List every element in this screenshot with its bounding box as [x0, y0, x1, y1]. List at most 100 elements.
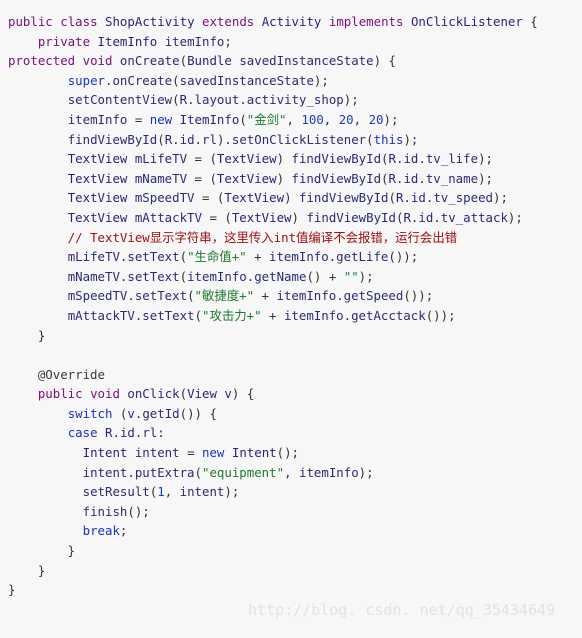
code-token: new [202, 445, 225, 461]
code-line: private ItemInfo itemInfo; [0, 32, 582, 52]
code-token: mLifeTV [67, 249, 120, 265]
code-token: ); [343, 92, 359, 108]
code-token: tv_speed [433, 190, 493, 206]
code-token: mNameTV [134, 170, 188, 186]
code-token: itemInfo [283, 307, 344, 323]
code-token: tv_name [425, 170, 479, 186]
code-token: ). [216, 131, 232, 147]
code-token: ; [224, 33, 232, 49]
code-token: ( [194, 464, 202, 480]
code-token: void [90, 386, 120, 402]
code-token: . [336, 288, 344, 304]
code-token: ( [179, 249, 188, 265]
code-token: ( [179, 268, 188, 284]
code-token: } [8, 327, 46, 343]
code-token: findViewById [67, 131, 158, 147]
code-token: itemInfo [187, 268, 247, 284]
code-token: = [127, 111, 150, 127]
code-token: id [403, 170, 419, 186]
code-token: ()); [403, 288, 434, 304]
code-token: TextView [216, 170, 277, 186]
code-token: ); [507, 209, 523, 225]
code-token: savedInstanceState [239, 53, 374, 69]
code-token: setContentView [67, 92, 173, 108]
code-token: onCreate [112, 72, 173, 88]
code-token: , [353, 111, 369, 127]
code-line: Intent intent = new Intent(); [0, 443, 582, 463]
code-token: "" [343, 268, 359, 284]
code-token: } [8, 582, 16, 598]
code-token: ; [119, 523, 128, 539]
code-token: findViewById [291, 170, 382, 186]
code-token: + [246, 249, 270, 265]
code-token: setText [134, 288, 188, 304]
code-line: TextView mLifeTV = (TextView) findViewBy… [0, 149, 582, 169]
code-token: ); [403, 131, 419, 147]
code-token: itemInfo [276, 288, 337, 304]
code-token: ()); [388, 249, 419, 265]
code-token: () + [306, 268, 344, 284]
code-token: setOnClickListener [231, 131, 367, 147]
code-token: mSpeedTV [134, 190, 195, 206]
code-token: setText [127, 268, 180, 284]
code-viewer: public class ShopActivity extends Activi… [0, 0, 582, 638]
code-line: itemInfo = new ItemInfo("金剑", 100, 20, 2… [0, 110, 582, 130]
code-token: void [82, 53, 113, 69]
code-token: rl [202, 131, 217, 147]
code-line: public class ShopActivity extends Activi… [0, 12, 582, 32]
code-token: , [323, 111, 339, 127]
code-token: "敏捷度+" [194, 288, 255, 304]
code-token: ItemInfo [97, 33, 158, 49]
code-token: } [8, 543, 76, 559]
code-token: TextView [216, 151, 277, 167]
code-token: break [82, 523, 120, 539]
code-token: : [157, 425, 165, 441]
code-token: ( [112, 405, 128, 421]
code-token: ) { [373, 53, 396, 69]
code-token: getName [254, 268, 307, 284]
code-token: getLife [336, 249, 389, 265]
code-token: findViewById [306, 209, 396, 225]
code-token: v [127, 405, 135, 421]
code-token: onClick [127, 386, 180, 402]
code-token: . [112, 425, 120, 441]
code-token: ) [276, 170, 292, 186]
code-token: . [343, 307, 352, 323]
code-token: . [418, 151, 426, 167]
code-line: TextView mSpeedTV = (TextView) findViewB… [0, 188, 582, 208]
watermark-text: http://blog. csdn. net/qq_35434649 [248, 601, 556, 619]
code-token: = ( [187, 170, 217, 186]
code-token: ( [239, 111, 247, 127]
code-token: } [8, 562, 46, 578]
code-token: . [418, 170, 426, 186]
code-token: class [60, 14, 98, 29]
code-token: ); [493, 190, 508, 206]
code-token: putExtra [134, 464, 195, 480]
code-token: . [403, 190, 411, 206]
code-token: TextView [67, 170, 128, 186]
code-token: ( [179, 386, 188, 402]
code-token: = ( [194, 190, 225, 206]
code-token: ); [224, 484, 240, 500]
code-token: Bundle [187, 53, 232, 69]
code-token: @Override [37, 366, 105, 382]
code-token: , [286, 111, 302, 127]
code-token: ( [366, 131, 374, 147]
code-token: public [8, 14, 53, 29]
